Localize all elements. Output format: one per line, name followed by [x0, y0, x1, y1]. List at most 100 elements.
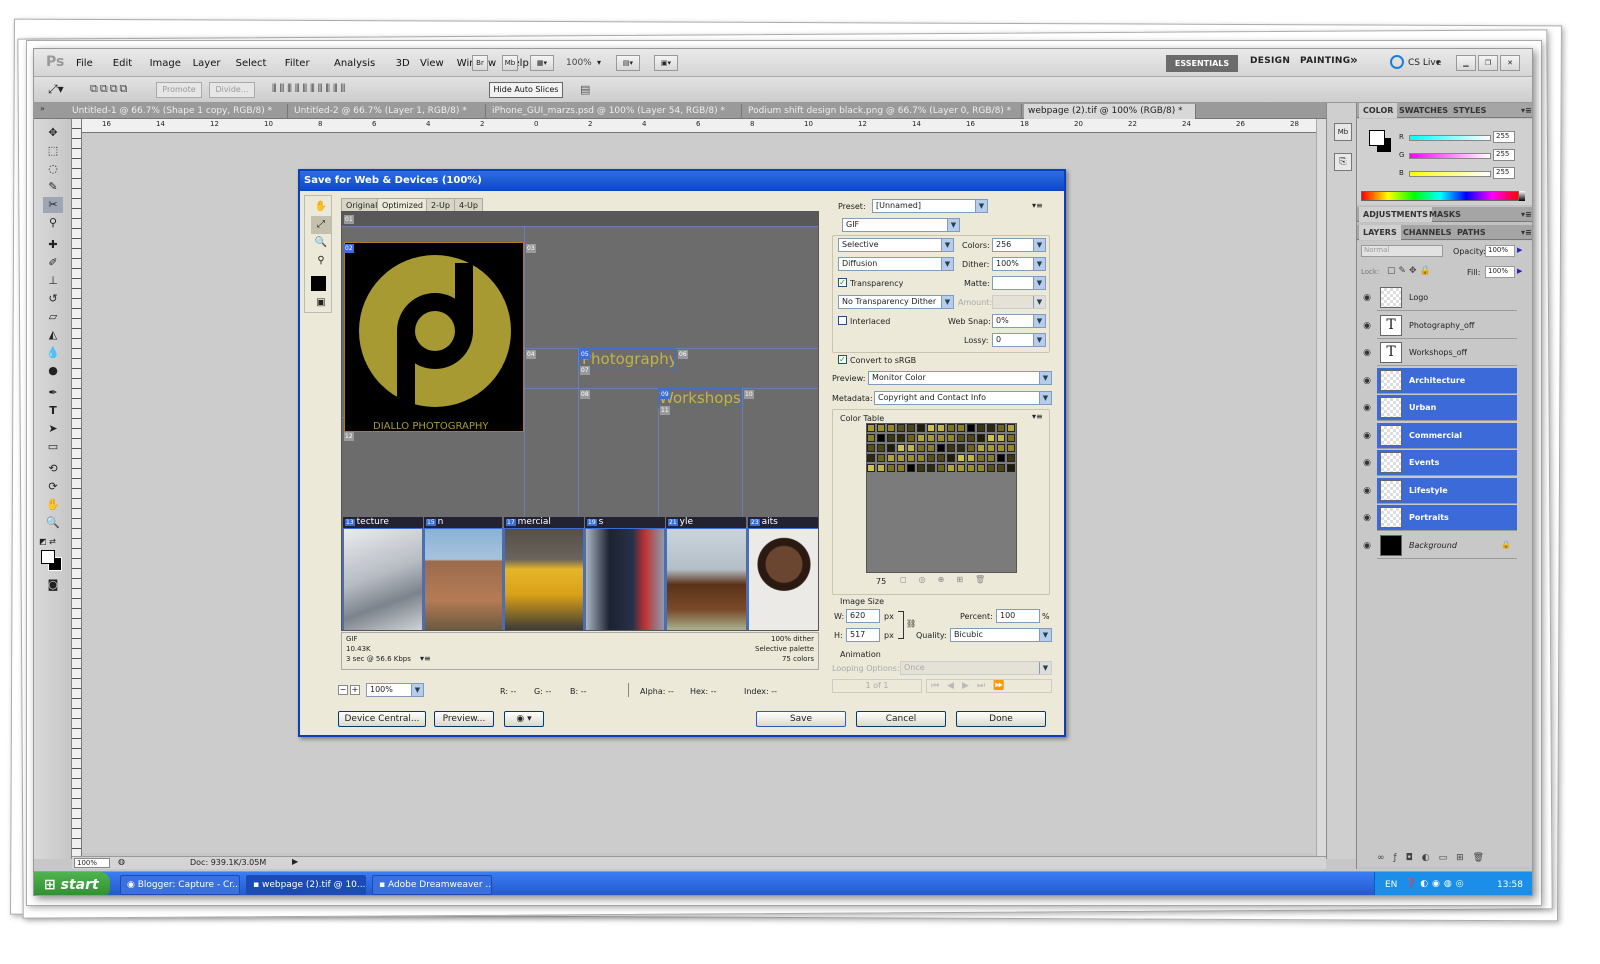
color-swatch[interactable] — [877, 424, 885, 432]
divide-button[interactable]: Divide... — [209, 82, 255, 98]
slice-label[interactable]: 02 — [344, 244, 354, 253]
tab-adjustments[interactable]: ADJUSTMENTS — [1359, 207, 1432, 222]
doc-tab-webpage[interactable]: webpage (2).tif @ 100% (RGB/8) * — [1024, 104, 1196, 119]
chevron-down-icon[interactable]: ▾ — [597, 58, 601, 67]
eye-icon[interactable]: ◉ — [1361, 313, 1373, 339]
slice-label[interactable]: 13 — [345, 519, 355, 526]
foreground-color-swatch[interactable] — [41, 550, 55, 564]
slice-label[interactable]: 09 — [660, 390, 670, 399]
color-swatch[interactable] — [947, 444, 955, 452]
color-swatch[interactable] — [957, 454, 965, 462]
color-swatch[interactable] — [917, 424, 925, 432]
eye-icon[interactable]: ◉ — [1361, 533, 1373, 559]
language-indicator[interactable]: EN — [1385, 880, 1397, 890]
color-swatch[interactable] — [897, 464, 905, 472]
matte-select[interactable]: ▼ — [992, 276, 1046, 290]
transparency-dither-select[interactable]: No Transparency Dither ▼ — [838, 295, 954, 309]
gradient-tool-icon[interactable]: ◭ — [43, 327, 63, 343]
panel-menu-icon[interactable]: ▾≡ — [1517, 225, 1532, 240]
color-swatch[interactable] — [987, 454, 995, 462]
lasso-tool-icon[interactable]: ◌ — [43, 161, 63, 177]
color-swatch[interactable] — [1007, 444, 1015, 452]
color-swatch[interactable] — [967, 464, 975, 472]
color-swatch[interactable] — [987, 464, 995, 472]
nav-workshops-slice[interactable]: Workshops — [658, 388, 742, 408]
slice-label[interactable]: 17 — [506, 519, 516, 526]
nav-photography-slice[interactable]: Photography — [579, 348, 675, 370]
preview-button[interactable]: Preview... — [434, 711, 494, 727]
color-swatch[interactable] — [947, 434, 955, 442]
logo-slice[interactable]: DIALLO PHOTOGRAPHY — [344, 242, 524, 432]
layer-row[interactable]: T Photography_off — [1377, 312, 1517, 339]
move-tool-icon[interactable]: ✥ — [43, 125, 63, 141]
color-swatch[interactable] — [927, 434, 935, 442]
layer-row[interactable]: Events — [1377, 450, 1517, 476]
minibridge-button[interactable]: Mb — [502, 55, 518, 71]
panel-menu-icon[interactable]: ▾≡ — [1517, 103, 1532, 118]
color-swatch[interactable] — [987, 444, 995, 452]
layer-row[interactable]: T Workshops_off — [1377, 340, 1517, 366]
photo-urban[interactable] — [424, 528, 503, 630]
path-select-icon[interactable]: ➤ — [43, 421, 63, 437]
color-swatch[interactable] — [877, 464, 885, 472]
menu-3d[interactable]: 3D — [396, 58, 410, 69]
color-swatch[interactable] — [967, 434, 975, 442]
fg-color-swatch[interactable] — [1369, 130, 1385, 146]
promote-button[interactable]: Promote — [156, 82, 202, 98]
settings-menu-icon[interactable]: ▾≡ — [1032, 201, 1043, 210]
websnap-input[interactable]: 0% ▼ — [992, 314, 1046, 328]
tab-channels[interactable]: CHANNELS — [1399, 225, 1455, 240]
taskbar-item-dreamweaver[interactable]: ▪ Adobe Dreamweaver ... — [372, 875, 492, 895]
rgb-slider[interactable] — [1409, 153, 1491, 159]
eye-icon[interactable]: ◉ — [1361, 450, 1373, 476]
slice-label[interactable]: 05 — [580, 350, 590, 359]
convert-srgb-checkbox[interactable]: ✓ — [838, 355, 847, 364]
color-swatch[interactable] — [927, 444, 935, 452]
start-button[interactable]: ⊞ start — [34, 872, 110, 895]
color-swatch[interactable] — [997, 464, 1005, 472]
eye-icon[interactable]: ◉ — [1361, 478, 1373, 504]
done-button[interactable]: Done — [956, 711, 1046, 727]
stamp-tool-icon[interactable]: ⊥ — [43, 273, 63, 289]
color-swatch[interactable] — [887, 424, 895, 432]
color-swatch[interactable] — [1007, 424, 1015, 432]
color-swatch[interactable] — [897, 434, 905, 442]
color-swatch[interactable] — [927, 424, 935, 432]
layer-row[interactable]: Lifestyle — [1377, 477, 1517, 504]
color-swatch[interactable] — [997, 454, 1005, 462]
menu-filter[interactable]: Filter — [285, 58, 310, 69]
layer-row[interactable]: Commercial — [1377, 422, 1517, 449]
color-swatch[interactable] — [977, 454, 985, 462]
slice-label[interactable]: 06 — [678, 350, 688, 359]
opacity-arrow-icon[interactable]: ▶ — [1517, 246, 1522, 254]
opacity-input[interactable]: 100% — [1485, 245, 1515, 257]
photo-events[interactable] — [585, 528, 665, 630]
bw-ramp[interactable] — [1519, 191, 1525, 201]
share-icon[interactable]: ◍ — [118, 857, 125, 866]
color-swatch[interactable] — [987, 424, 995, 432]
panel-menu-icon[interactable]: ▾≡ — [1517, 207, 1532, 222]
menu-layer[interactable]: Layer — [193, 58, 221, 69]
color-swatch[interactable] — [907, 464, 915, 472]
zoom-tool-icon[interactable]: 🔍 — [311, 234, 331, 252]
color-table-actions-icons[interactable]: ◻◎⊕⊞🗑 — [900, 575, 997, 584]
layer-row[interactable]: Portraits — [1377, 505, 1517, 531]
tab-styles[interactable]: STYLES — [1449, 103, 1490, 118]
chain-link-icon[interactable]: ⛓ — [906, 619, 916, 628]
color-swatch[interactable] — [887, 464, 895, 472]
eye-icon[interactable]: ◉ — [1361, 368, 1373, 394]
color-swatch[interactable] — [907, 444, 915, 452]
browser-select[interactable]: ◉ ▾ — [504, 711, 544, 727]
restore-button[interactable]: ❐ — [1478, 55, 1498, 71]
eye-icon[interactable]: ◉ — [1361, 285, 1373, 311]
color-swatch[interactable] — [937, 464, 945, 472]
color-swatch[interactable] — [907, 454, 915, 462]
tab-layers[interactable]: LAYERS — [1359, 225, 1401, 240]
color-swatch[interactable] — [937, 454, 945, 462]
color-swatch[interactable] — [987, 434, 995, 442]
menu-view[interactable]: View — [420, 58, 444, 69]
color-swatch[interactable] — [867, 454, 875, 462]
photo-lifestyle[interactable] — [666, 528, 747, 630]
color-swatch[interactable] — [977, 464, 985, 472]
eye-icon[interactable]: ◉ — [1361, 423, 1373, 449]
